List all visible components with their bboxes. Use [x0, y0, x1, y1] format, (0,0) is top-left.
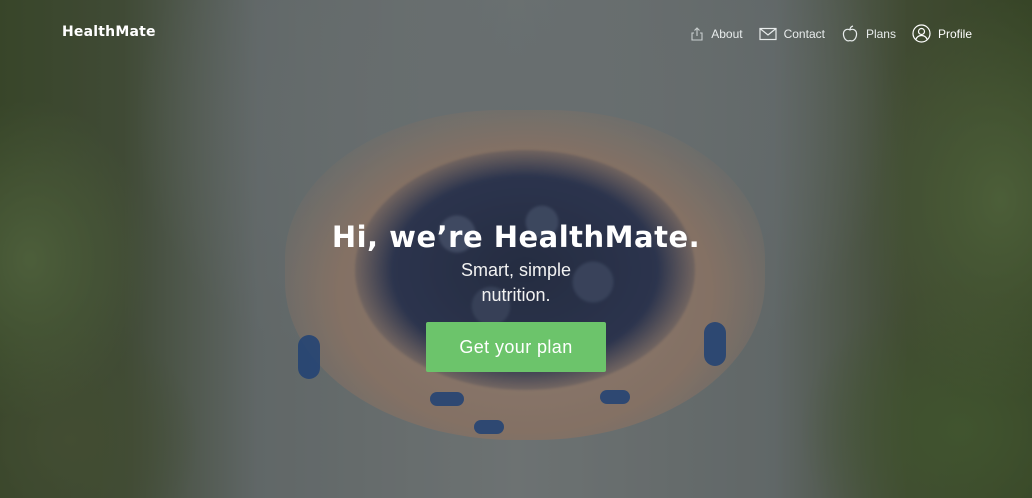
user-icon [912, 24, 931, 43]
share-icon [690, 26, 704, 41]
hero-subline-line1: Smart, simple [460, 260, 572, 280]
nav-item-label: About [711, 26, 743, 41]
hero-section: HealthMate About Contact Plans Profile H… [0, 0, 1032, 498]
nav-item-label: Contact [783, 26, 825, 41]
hero-subline: Smart, simple nutrition. [446, 258, 586, 308]
nav-item-profile[interactable]: Profile [912, 24, 972, 43]
hero-headline: Hi, we’re HealthMate. [331, 220, 701, 254]
brand-logo[interactable]: HealthMate [62, 24, 156, 40]
nav-item-label: Plans [865, 26, 896, 41]
top-nav: About Contact Plans Profile [690, 24, 972, 43]
nav-item-plans[interactable]: Plans [841, 24, 896, 43]
nav-item-about[interactable]: About [690, 26, 743, 41]
hero-content: Hi, we’re HealthMate. Smart, simple nutr… [0, 218, 1032, 372]
hero-subline-line2: nutrition. [481, 285, 551, 305]
apple-icon [841, 24, 859, 43]
envelope-icon [758, 27, 777, 41]
nav-item-label: Profile [937, 26, 972, 41]
get-plan-button[interactable]: Get your plan [426, 322, 606, 372]
nav-item-contact[interactable]: Contact [758, 26, 825, 41]
